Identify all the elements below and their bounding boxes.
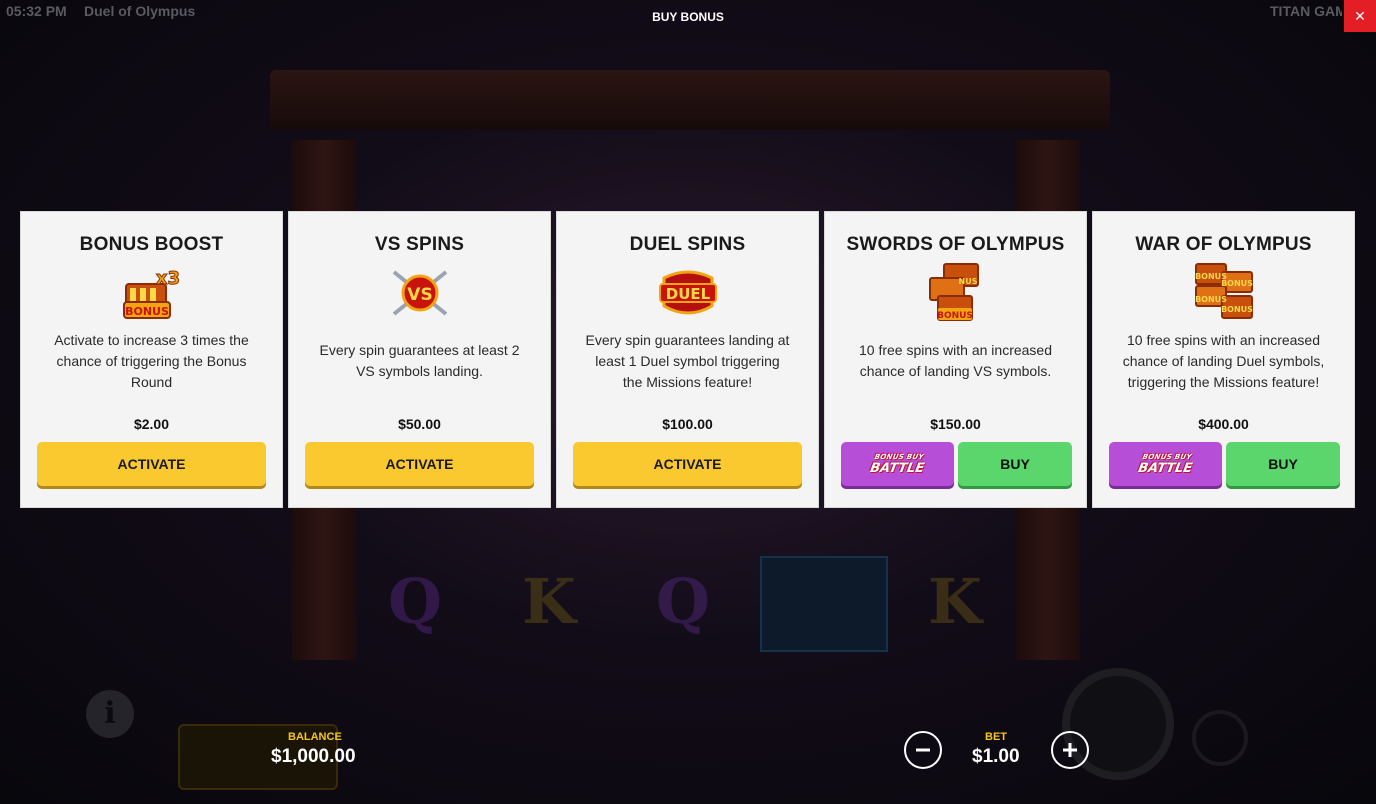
card-price: $400.00 — [1198, 416, 1249, 432]
svg-text:BONUS: BONUS — [1195, 295, 1227, 304]
settings-icon — [1192, 710, 1248, 766]
balance-value: $1,000.00 — [271, 746, 356, 767]
duel-emblem-icon: DUEL — [658, 270, 717, 315]
bonus-buy-battle-logo: BONUS BUY BATTLE — [868, 453, 925, 476]
activate-button[interactable]: ACTIVATE — [37, 442, 266, 486]
minus-icon — [916, 748, 930, 752]
buy-button[interactable]: BUY — [958, 442, 1072, 486]
svg-text:BONUS: BONUS — [1221, 305, 1253, 314]
card-description: Every spin guarantees at least 2 VS symb… — [319, 342, 520, 379]
bonus-stack-icon: BONUS NUS — [928, 263, 979, 321]
modal-title: BUY BONUS — [652, 10, 724, 24]
bet-label: BET — [985, 731, 1007, 743]
card-price: $150.00 — [930, 416, 981, 432]
svg-text:BONUS: BONUS — [1221, 279, 1253, 288]
vs-crossed-swords-icon: VS — [392, 270, 447, 316]
reel-symbol-k: K — [928, 565, 982, 638]
svg-text:NUS: NUS — [958, 277, 977, 286]
card-title: DUEL SPINS — [629, 234, 746, 255]
reel-symbol-k: K — [522, 565, 576, 638]
temple-frame — [270, 70, 1110, 130]
balance-label: BALANCE — [288, 731, 342, 743]
card-title: VS SPINS — [374, 234, 465, 255]
reel-symbol-q: Q — [656, 565, 711, 638]
card-description: Every spin guarantees landing at least 1… — [585, 331, 790, 390]
reel-symbol-q: Q — [388, 565, 443, 638]
card-price: $50.00 — [398, 416, 441, 432]
bet-value: $1.00 — [972, 746, 1020, 767]
bonus-stack-icon: BONUS BONUS BONUS BONUS — [1194, 263, 1253, 319]
bonus-card-bonus-boost: BONUS BOOST BONUS x3 Activate to increas… — [20, 211, 283, 508]
card-title: WAR OF OLYMPUS — [1135, 234, 1312, 255]
close-icon: ✕ — [1354, 8, 1366, 24]
bonus-x3-icon: BONUS x3 — [122, 268, 180, 319]
info-icon: i — [86, 690, 134, 738]
bonus-buy-battle-button[interactable]: BONUS BUY BATTLE — [1109, 442, 1222, 486]
card-price: $2.00 — [133, 416, 170, 432]
provider-name: TITAN GAM — [1270, 3, 1342, 19]
activate-button[interactable]: ACTIVATE — [305, 442, 534, 486]
bonus-card-swords-of-olympus: SWORDS OF OLYMPUS BONUS NUS 10 free spin… — [824, 211, 1087, 508]
svg-text:x3: x3 — [155, 268, 179, 289]
plus-icon — [1063, 743, 1077, 757]
svg-text:BONUS: BONUS — [937, 311, 973, 321]
card-title: BONUS BOOST — [79, 234, 224, 255]
card-price: $100.00 — [662, 416, 713, 432]
card-description: Activate to increase 3 times the chance … — [54, 331, 249, 390]
bonus-buy-battle-logo: BONUS BUY BATTLE — [1136, 453, 1193, 476]
svg-text:BONUS: BONUS — [125, 305, 169, 318]
bonus-card-duel-spins: DUEL SPINS DUEL Every spin guarantees la… — [556, 211, 819, 508]
bonus-card-vs-spins: VS SPINS VS Every spin guarantees at lea… — [288, 211, 551, 508]
card-description: 10 free spins with an increased chance o… — [1122, 331, 1325, 390]
bonus-card-war-of-olympus: WAR OF OLYMPUS BONUS BONUS BONUS BONUS 1… — [1092, 211, 1355, 508]
top-bar: 05:32 PM Duel of Olympus BUY BONUS TITAN… — [0, 0, 1376, 32]
reel-symbol-trident — [760, 556, 888, 652]
svg-text:DUEL: DUEL — [665, 285, 710, 303]
bonus-buy-battle-button[interactable]: BONUS BUY BATTLE — [841, 442, 954, 486]
increase-bet-button[interactable] — [1051, 731, 1089, 769]
card-title: SWORDS OF OLYMPUS — [846, 234, 1065, 255]
svg-text:VS: VS — [407, 285, 432, 305]
close-button[interactable]: ✕ — [1344, 0, 1376, 32]
decrease-bet-button[interactable] — [904, 731, 942, 769]
card-description: 10 free spins with an increased chance o… — [859, 342, 1052, 379]
activate-button[interactable]: ACTIVATE — [573, 442, 802, 486]
buy-button[interactable]: BUY — [1226, 442, 1340, 486]
